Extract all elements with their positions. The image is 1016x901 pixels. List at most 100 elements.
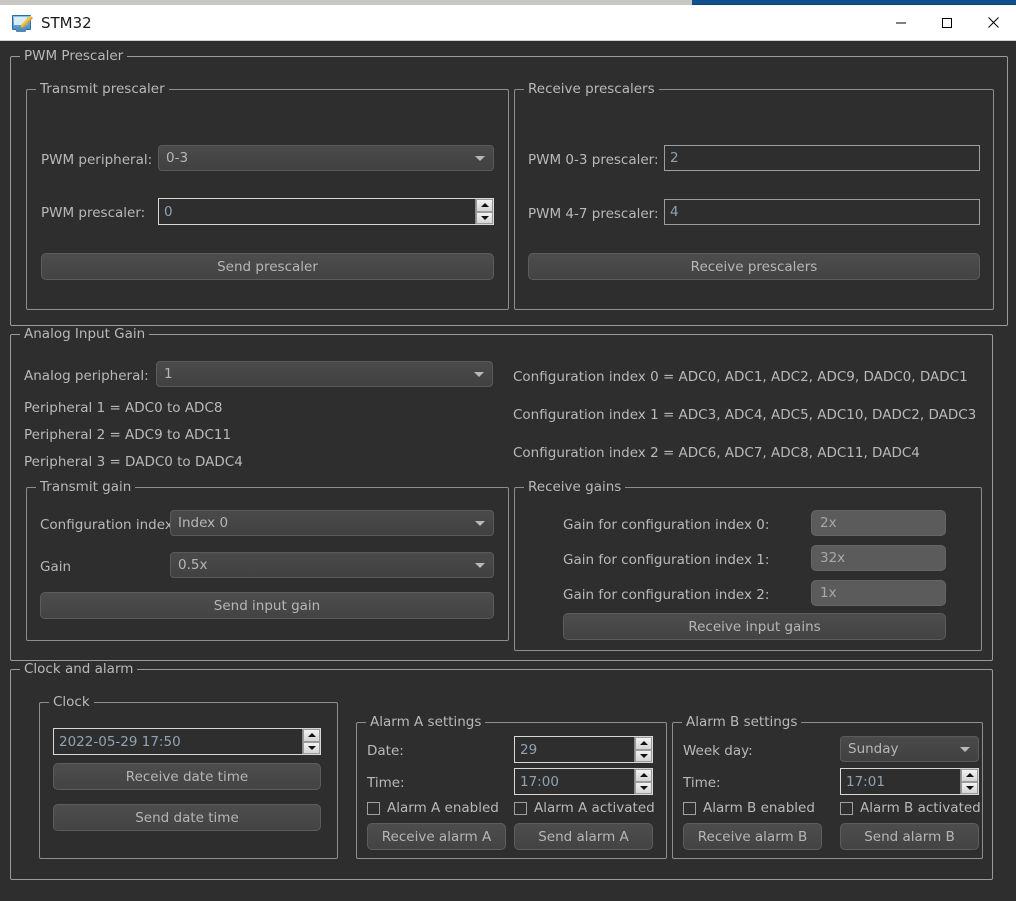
alarm-a-date-label: Date: — [367, 743, 404, 759]
triangle-up-icon — [965, 773, 974, 778]
receive-alarm-a-button[interactable]: Receive alarm A — [367, 823, 506, 850]
pwm-prescaler-label: PWM prescaler: — [41, 205, 146, 221]
alarm-b-settings-group-title: Alarm B settings — [682, 714, 802, 730]
configuration-index-label: Configuration index: — [40, 517, 178, 533]
pwm-prescaler-group-title: PWM Prescaler — [20, 48, 128, 64]
analog-peripheral-label: Analog peripheral: — [24, 368, 149, 384]
window-title: STM32 — [41, 13, 92, 32]
pwm-prescaler-spinbox-value: 0 — [164, 203, 173, 220]
app-content: PWM Prescaler Transmit prescaler PWM per… — [0, 41, 1016, 901]
spin-up-button[interactable] — [635, 737, 652, 750]
receive-gains-group-title: Receive gains — [524, 479, 626, 495]
alarm-b-activated-checkbox[interactable]: Alarm B activated — [840, 800, 981, 816]
alarm-a-enabled-checkbox[interactable]: Alarm A enabled — [367, 800, 499, 816]
config-info-line-2: Configuration index 1 = ADC3, ADC4, ADC5… — [513, 407, 977, 423]
peripheral-info-line-1: Peripheral 1 = ADC0 to ADC8 — [24, 400, 223, 416]
pwm-peripheral-combo-value: 0-3 — [166, 150, 189, 166]
spin-up-button[interactable] — [635, 769, 652, 782]
transmit-gain-group: Transmit gain Configuration index: Index… — [26, 479, 509, 641]
pwm03-prescaler-label: PWM 0-3 prescaler: — [528, 152, 659, 168]
clock-group: Clock 2022-05-29 17:50 Receive date time… — [39, 694, 338, 859]
gain-label: Gain — [40, 559, 72, 575]
alarm-a-time-spin-buttons[interactable] — [634, 769, 652, 794]
alarm-a-time-spinbox[interactable]: 17:00 — [514, 768, 653, 795]
spin-down-button[interactable] — [635, 781, 652, 794]
close-button[interactable] — [970, 5, 1016, 40]
spin-down-button[interactable] — [303, 741, 320, 754]
alarm-b-settings-group: Alarm B settings Week day: Sunday Time: … — [672, 714, 983, 859]
receive-prescalers-button[interactable]: Receive prescalers — [528, 253, 980, 280]
alarm-b-time-spinbox[interactable]: 17:01 — [840, 768, 979, 795]
transmit-prescaler-group: Transmit prescaler PWM peripheral: 0-3 P… — [26, 81, 509, 310]
config-info-line-3: Configuration index 2 = ADC6, ADC7, ADC8… — [513, 445, 920, 461]
pwm47-prescaler-label: PWM 4-7 prescaler: — [528, 206, 659, 222]
configuration-index-combo[interactable]: Index 0 — [170, 510, 494, 536]
alarm-b-weekday-combo[interactable]: Sunday — [840, 736, 979, 762]
send-date-time-button[interactable]: Send date time — [53, 804, 321, 831]
alarm-a-date-spinbox[interactable]: 29 — [514, 736, 653, 763]
maximize-button[interactable] — [924, 5, 970, 40]
alarm-a-date-spin-buttons[interactable] — [634, 737, 652, 762]
chevron-down-icon — [475, 563, 485, 568]
gain-config1-label: Gain for configuration index 1: — [563, 552, 770, 568]
send-alarm-a-button[interactable]: Send alarm A — [514, 823, 653, 850]
triangle-down-icon — [639, 753, 648, 758]
alarm-b-weekday-label: Week day: — [683, 743, 753, 759]
receive-input-gains-button[interactable]: Receive input gains — [563, 613, 946, 640]
triangle-down-icon — [965, 785, 974, 790]
gain-config0-field: 2x — [811, 510, 946, 536]
transmit-gain-group-title: Transmit gain — [36, 479, 136, 495]
chevron-down-icon — [960, 747, 970, 752]
spin-down-button[interactable] — [961, 781, 978, 794]
alarm-a-time-value: 17:00 — [520, 773, 559, 790]
send-input-gain-button[interactable]: Send input gain — [40, 592, 494, 619]
spin-up-button[interactable] — [303, 729, 320, 742]
title-bar: STM32 — [0, 5, 1016, 41]
clock-and-alarm-group-title: Clock and alarm — [20, 661, 138, 677]
clock-group-title: Clock — [49, 694, 94, 710]
spin-down-button[interactable] — [476, 211, 493, 224]
pwm47-prescaler-field[interactable]: 4 — [664, 199, 980, 225]
gain-config2-field: 1x — [811, 580, 946, 606]
pwm-prescaler-spinbox[interactable]: 0 — [158, 198, 494, 225]
peripheral-info-line-2: Peripheral 2 = ADC9 to ADC11 — [24, 427, 232, 443]
gain-config1-value: 32x — [820, 550, 846, 566]
clock-datetime-value: 2022-05-29 17:50 — [59, 733, 181, 750]
analog-input-gain-group: Analog Input Gain Analog peripheral: 1 P… — [10, 326, 993, 661]
clock-spin-buttons[interactable] — [302, 729, 320, 754]
configuration-index-combo-value: Index 0 — [178, 515, 229, 531]
alarm-a-settings-group-title: Alarm A settings — [366, 714, 486, 730]
triangle-down-icon — [639, 785, 648, 790]
minimize-button[interactable] — [878, 5, 924, 40]
peripheral-info-line-3: Peripheral 3 = DADC0 to DADC4 — [24, 454, 243, 470]
spin-up-button[interactable] — [961, 769, 978, 782]
clock-datetime-spinbox[interactable]: 2022-05-29 17:50 — [53, 728, 321, 755]
alarm-b-enabled-label: Alarm B enabled — [703, 800, 815, 816]
pwm03-prescaler-field[interactable]: 2 — [664, 145, 980, 171]
send-alarm-b-button[interactable]: Send alarm B — [840, 823, 979, 850]
analog-peripheral-combo[interactable]: 1 — [156, 361, 493, 387]
alarm-b-time-spin-buttons[interactable] — [960, 769, 978, 794]
receive-alarm-b-button[interactable]: Receive alarm B — [683, 823, 822, 850]
alarm-b-weekday-value: Sunday — [848, 741, 899, 757]
pwm-prescaler-spin-buttons[interactable] — [475, 199, 493, 224]
send-prescaler-button[interactable]: Send prescaler — [41, 253, 494, 280]
alarm-a-activated-checkbox[interactable]: Alarm A activated — [514, 800, 655, 816]
gain-combo[interactable]: 0.5x — [170, 552, 494, 578]
config-info-line-1: Configuration index 0 = ADC0, ADC1, ADC2… — [513, 369, 968, 385]
spin-down-button[interactable] — [635, 749, 652, 762]
alarm-b-enabled-checkbox[interactable]: Alarm B enabled — [683, 800, 815, 816]
triangle-up-icon — [639, 773, 648, 778]
chevron-down-icon — [475, 521, 485, 526]
triangle-down-icon — [480, 215, 489, 220]
gain-config2-value: 1x — [820, 585, 837, 601]
clock-and-alarm-group: Clock and alarm Clock 2022-05-29 17:50 R… — [10, 661, 993, 880]
receive-date-time-button[interactable]: Receive date time — [53, 763, 321, 790]
alarm-b-time-label: Time: — [683, 775, 721, 791]
triangle-up-icon — [639, 741, 648, 746]
pwm-peripheral-combo[interactable]: 0-3 — [158, 145, 494, 171]
spin-up-button[interactable] — [476, 199, 493, 212]
gain-config1-field: 32x — [811, 545, 946, 571]
pwm-prescaler-group: PWM Prescaler Transmit prescaler PWM per… — [10, 48, 1008, 326]
analog-peripheral-combo-value: 1 — [164, 366, 173, 382]
